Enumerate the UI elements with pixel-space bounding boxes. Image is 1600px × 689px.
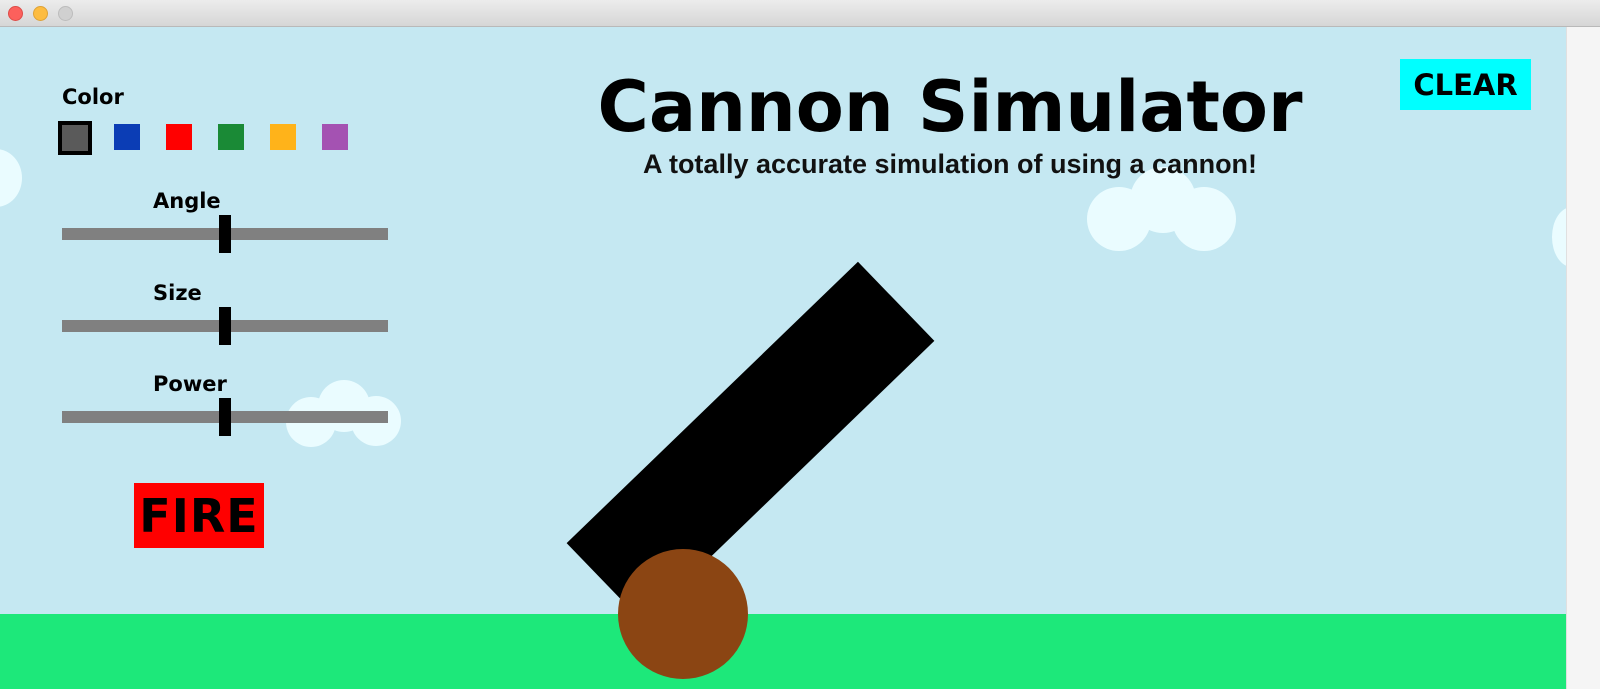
size-label: Size bbox=[153, 281, 202, 305]
size-slider-thumb[interactable] bbox=[219, 307, 231, 345]
page-title: Cannon Simulator bbox=[597, 66, 1303, 148]
clear-button[interactable]: CLEAR bbox=[1400, 59, 1531, 110]
maximize-window-icon[interactable] bbox=[58, 6, 73, 21]
cannon-wheel bbox=[618, 549, 748, 679]
color-swatch-gray[interactable] bbox=[58, 121, 92, 155]
color-label: Color bbox=[62, 85, 124, 109]
window-titlebar bbox=[0, 0, 1600, 27]
close-window-icon[interactable] bbox=[8, 6, 23, 21]
page-subtitle: A totally accurate simulation of using a… bbox=[642, 149, 1258, 179]
angle-slider-thumb[interactable] bbox=[219, 215, 231, 253]
fire-button[interactable]: FIRE bbox=[134, 483, 264, 548]
power-slider-thumb[interactable] bbox=[219, 398, 231, 436]
ground bbox=[0, 614, 1566, 689]
color-swatch-blue[interactable] bbox=[114, 124, 140, 150]
color-swatch-purple[interactable] bbox=[322, 124, 348, 150]
color-swatch-orange[interactable] bbox=[270, 124, 296, 150]
cannon-barrel bbox=[566, 261, 935, 623]
cloud-right-edge bbox=[1552, 207, 1566, 267]
minimize-window-icon[interactable] bbox=[33, 6, 48, 21]
color-swatch-red[interactable] bbox=[166, 124, 192, 150]
simulation-canvas[interactable]: Color Angle Size Power FIRE CLEAR Cannon… bbox=[0, 27, 1566, 689]
angle-label: Angle bbox=[153, 189, 221, 213]
color-swatch-green[interactable] bbox=[218, 124, 244, 150]
power-label: Power bbox=[153, 372, 227, 396]
window-right-edge bbox=[1566, 27, 1600, 689]
